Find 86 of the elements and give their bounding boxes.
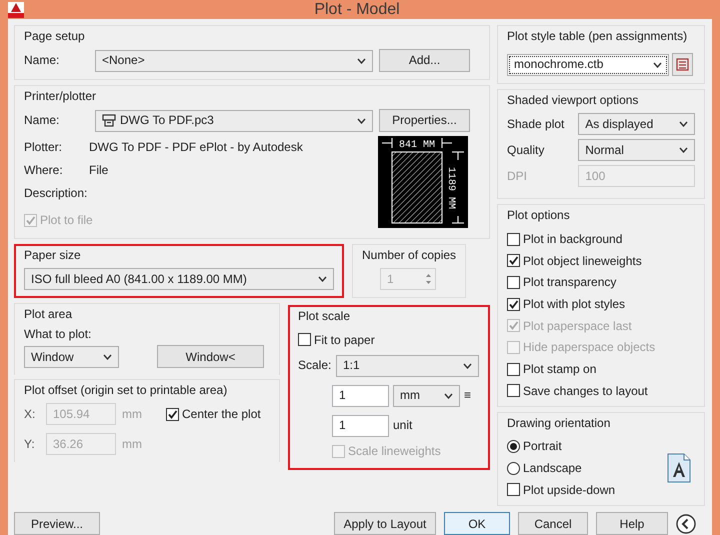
dialog-button[interactable]: Apply to Layout — [334, 512, 436, 535]
checkbox[interactable] — [507, 483, 520, 496]
checkbox[interactable] — [507, 298, 520, 311]
paper-size-dropdown[interactable]: ISO full bleed A0 (841.00 x 1189.00 MM) — [24, 268, 334, 290]
edit-table-icon[interactable] — [676, 58, 689, 72]
properties-button[interactable]: Properties... — [379, 109, 470, 132]
radio-label[interactable]: Landscape — [523, 461, 582, 476]
caret-icon — [653, 62, 662, 68]
dimension-arrow — [382, 138, 452, 149]
caret-icon — [679, 121, 688, 128]
checkbox[interactable] — [298, 333, 311, 346]
field-label: Description: — [24, 186, 88, 201]
field-label: Shade plot — [507, 116, 566, 132]
radio-button[interactable] — [507, 440, 520, 454]
scale-value-field[interactable]: 1 — [332, 414, 389, 437]
window-title: Plot - Model — [313, 0, 401, 20]
scale-value-field[interactable]: 1 — [332, 384, 389, 407]
field-label: Name: — [24, 53, 60, 68]
dimension-label: 841 MM — [399, 140, 435, 152]
checkbox[interactable] — [507, 384, 520, 398]
group-title: Plot area — [24, 306, 72, 322]
window-button[interactable]: Window< — [157, 345, 264, 368]
field-label: Y: — [24, 437, 36, 452]
caret-icon — [357, 118, 366, 124]
what-to-plot-dropdown[interactable]: Window — [24, 346, 119, 368]
group-title: Page setup — [24, 29, 85, 44]
checkbox[interactable] — [507, 362, 520, 376]
checkbox-label[interactable]: Plot in background — [523, 232, 622, 246]
field-label: What to plot: — [24, 326, 92, 342]
unit-dropdown[interactable]: mm — [393, 384, 460, 407]
group-title: Plot scale — [298, 308, 350, 324]
unit-label: mm — [122, 407, 142, 422]
group-title: Printer/plotter — [24, 89, 96, 104]
unit-label: unit — [393, 418, 412, 433]
radio-button[interactable] — [507, 462, 520, 475]
caret-icon — [318, 276, 327, 282]
add-button[interactable]: Add... — [379, 49, 470, 72]
unit-label: mm — [122, 437, 142, 452]
dialog-button[interactable]: OK — [444, 512, 510, 535]
radio-label[interactable]: Portrait — [523, 439, 562, 454]
checkbox-label[interactable]: Fit to paper — [314, 332, 375, 347]
equals-sign: ≡ — [464, 388, 472, 403]
group-title: Plot options — [507, 208, 570, 224]
group-title: Plot offset (origin set to printable area) — [24, 383, 228, 398]
dimension-label: 1189 MM — [445, 167, 456, 210]
field-label: Scale: — [298, 358, 332, 373]
checkbox-label[interactable]: Plot transparency — [523, 275, 616, 290]
group-title: Number of copies — [362, 248, 456, 263]
field-label: DPI — [507, 168, 528, 184]
field-label: X: — [24, 407, 36, 422]
preview-button[interactable]: Preview... — [14, 512, 100, 535]
group-title: Shaded viewport options — [507, 93, 638, 108]
field-value: DWG To PDF - PDF ePlot - by Autodesk — [89, 140, 303, 155]
field-label: Name: — [24, 113, 60, 128]
field-label: Quality — [507, 142, 546, 158]
printer-dropdown[interactable]: DWG To PDF.pc3 — [95, 110, 373, 132]
checkbox-label[interactable]: Save changes to layout — [523, 384, 648, 398]
field-label: Plotter: — [24, 140, 64, 155]
app-icon — [8, 2, 24, 18]
field-value: File — [89, 163, 108, 178]
scale-dropdown[interactable]: 1:1 — [336, 354, 479, 377]
checkbox[interactable] — [507, 254, 520, 268]
checkbox-label[interactable]: Plot stamp on — [523, 362, 596, 376]
checkbox-label[interactable]: Plot with plot styles — [523, 296, 626, 312]
dialog-button[interactable]: Help — [596, 512, 668, 535]
checkbox-label[interactable]: Plot upside-down — [523, 482, 616, 498]
caret-icon — [444, 392, 453, 399]
page-setup-dropdown[interactable]: <None> — [95, 50, 373, 72]
page-orientation-icon — [667, 453, 691, 484]
group-title: Paper size — [24, 248, 81, 263]
dialog-button[interactable]: Cancel — [518, 512, 588, 535]
field-label: Where: — [24, 163, 64, 178]
plotter-icon — [102, 114, 116, 128]
collapse-icon[interactable] — [676, 514, 696, 534]
group-title: Drawing orientation — [507, 416, 610, 431]
checkbox-label[interactable]: Plot object lineweights — [523, 254, 642, 268]
caret-icon — [103, 354, 112, 360]
group-title: Plot style table (pen assignments) — [507, 29, 688, 44]
caret-icon — [357, 58, 366, 64]
checkbox[interactable] — [507, 276, 520, 289]
option-dropdown[interactable]: Normal — [578, 139, 695, 162]
checkbox[interactable] — [507, 232, 520, 246]
caret-icon — [679, 147, 688, 154]
caret-icon — [463, 362, 472, 369]
option-dropdown[interactable]: As displayed — [578, 113, 695, 136]
plot-style-dropdown[interactable]: monochrome.ctb — [507, 54, 669, 76]
